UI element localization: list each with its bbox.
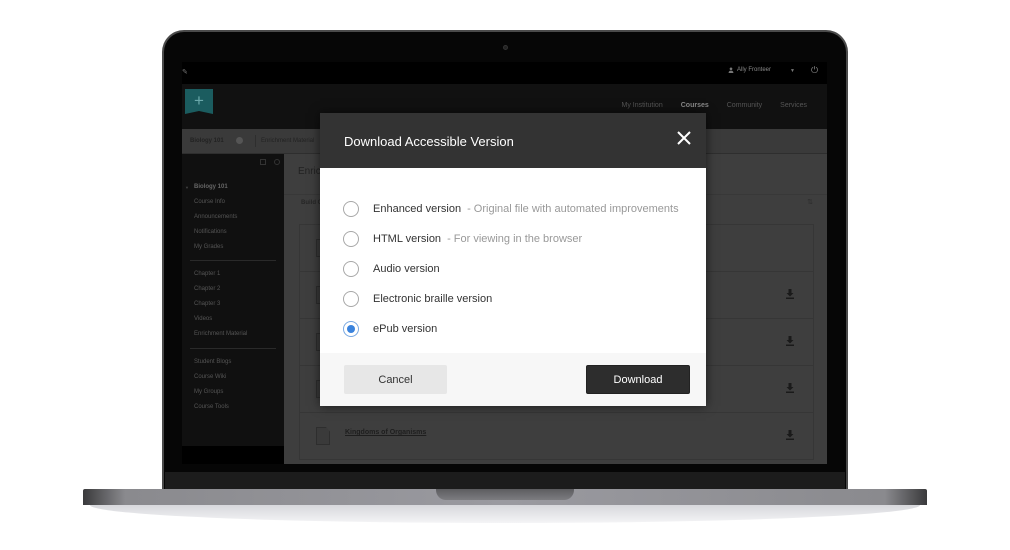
option-label: Audio version — [373, 263, 440, 275]
radio-enhanced[interactable] — [343, 201, 359, 217]
course-menu-icon[interactable] — [236, 137, 243, 144]
breadcrumb-page: Enrichment Material — [261, 138, 315, 144]
sidebar-item-announcements[interactable]: Announcements — [194, 214, 237, 220]
sidebar-divider — [190, 348, 276, 349]
laptop-base-shadow — [90, 505, 920, 523]
version-options: Enhanced version - Original file with au… — [320, 168, 706, 344]
sidebar-item-course-wiki[interactable]: Course Wiki — [194, 374, 226, 380]
sidebar-item-my-groups[interactable]: My Groups — [194, 389, 223, 395]
radio-epub[interactable] — [343, 321, 359, 337]
camera-icon — [503, 45, 508, 50]
download-button[interactable]: Download — [586, 365, 690, 394]
nav-services[interactable]: Services — [780, 102, 807, 109]
folder-view-icon[interactable] — [260, 159, 266, 165]
document-icon — [316, 427, 330, 445]
option-label: Enhanced version — [373, 203, 462, 215]
institution-logo[interactable]: + — [185, 89, 213, 114]
download-accessible-version-dialog: Download Accessible Version Enhanced ver… — [320, 113, 706, 406]
nav-courses[interactable]: Courses — [681, 102, 709, 109]
option-audio-version[interactable]: Audio version — [320, 254, 706, 284]
course-sidebar: ▼ Biology 101 Course Info Announcements … — [182, 154, 284, 446]
option-description: - Original file with automated improveme… — [467, 203, 679, 215]
option-label: ePub version — [373, 323, 438, 335]
radio-html[interactable] — [343, 231, 359, 247]
refresh-icon[interactable] — [274, 159, 280, 165]
sidebar-item-notifications[interactable]: Notifications — [194, 229, 227, 235]
sidebar-item-chapter-3[interactable]: Chapter 3 — [194, 301, 220, 307]
dialog-header: Download Accessible Version — [320, 113, 706, 168]
sidebar-item-my-grades[interactable]: My Grades — [194, 244, 223, 250]
content-item[interactable]: Kingdoms of Organisms — [300, 413, 813, 460]
cancel-button[interactable]: Cancel — [344, 365, 447, 394]
sidebar-item-videos[interactable]: Videos — [194, 316, 212, 322]
download-icon[interactable] — [785, 289, 795, 299]
option-epub-version[interactable]: ePub version — [320, 314, 706, 344]
dialog-footer: Cancel Download — [320, 353, 706, 406]
sidebar-item-course-tools[interactable]: Course Tools — [194, 404, 229, 410]
option-label: Electronic braille version — [373, 293, 493, 305]
sidebar-item-student-blogs[interactable]: Student Blogs — [194, 359, 231, 365]
download-icon[interactable] — [785, 430, 795, 440]
download-icon[interactable] — [785, 383, 795, 393]
laptop-opening-notch — [436, 489, 574, 500]
sidebar-tools — [260, 159, 280, 165]
nav-my-institution[interactable]: My Institution — [621, 102, 662, 109]
sidebar-item-course-info[interactable]: Course Info — [194, 199, 225, 205]
user-icon — [728, 67, 734, 73]
radio-braille[interactable] — [343, 291, 359, 307]
breadcrumb-divider — [255, 135, 256, 147]
sidebar-divider — [190, 260, 276, 261]
download-icon[interactable] — [785, 336, 795, 346]
user-dropdown-caret-icon[interactable]: ▼ — [790, 68, 795, 74]
option-enhanced-version[interactable]: Enhanced version - Original file with au… — [320, 194, 706, 224]
reorder-icon[interactable]: ⇅ — [807, 198, 813, 206]
sidebar-item-chapter-2[interactable]: Chapter 2 — [194, 286, 220, 292]
edit-pencil-icon[interactable]: ✎ — [182, 68, 188, 76]
power-logout-icon[interactable]: ⏻ — [811, 65, 818, 76]
option-description: - For viewing in the browser — [447, 233, 583, 245]
option-label: HTML version — [373, 233, 442, 245]
option-braille-version[interactable]: Electronic braille version — [320, 284, 706, 314]
breadcrumb-course[interactable]: Biology 101 — [190, 138, 224, 144]
content-item-title[interactable]: Kingdoms of Organisms — [345, 429, 426, 436]
top-bar: ✎ Ally Fronteer ▼ ⏻ — [182, 62, 827, 84]
nav-community[interactable]: Community — [727, 102, 762, 109]
close-icon[interactable] — [676, 130, 692, 146]
radio-audio[interactable] — [343, 261, 359, 277]
sidebar-item-enrichment-material[interactable]: Enrichment Material — [194, 331, 247, 337]
sidebar-course-title[interactable]: Biology 101 — [194, 184, 228, 190]
dialog-title: Download Accessible Version — [344, 134, 514, 149]
collapse-triangle-icon[interactable]: ▼ — [185, 185, 189, 190]
sidebar-item-chapter-1[interactable]: Chapter 1 — [194, 271, 220, 277]
main-nav: My Institution Courses Community Service… — [621, 102, 807, 109]
user-name: Ally Fronteer — [737, 67, 772, 73]
option-html-version[interactable]: HTML version - For viewing in the browse… — [320, 224, 706, 254]
user-menu[interactable]: Ally Fronteer — [728, 67, 771, 73]
laptop-mockup: ✎ Ally Fronteer ▼ ⏻ + My Institution Cou… — [0, 0, 1010, 550]
